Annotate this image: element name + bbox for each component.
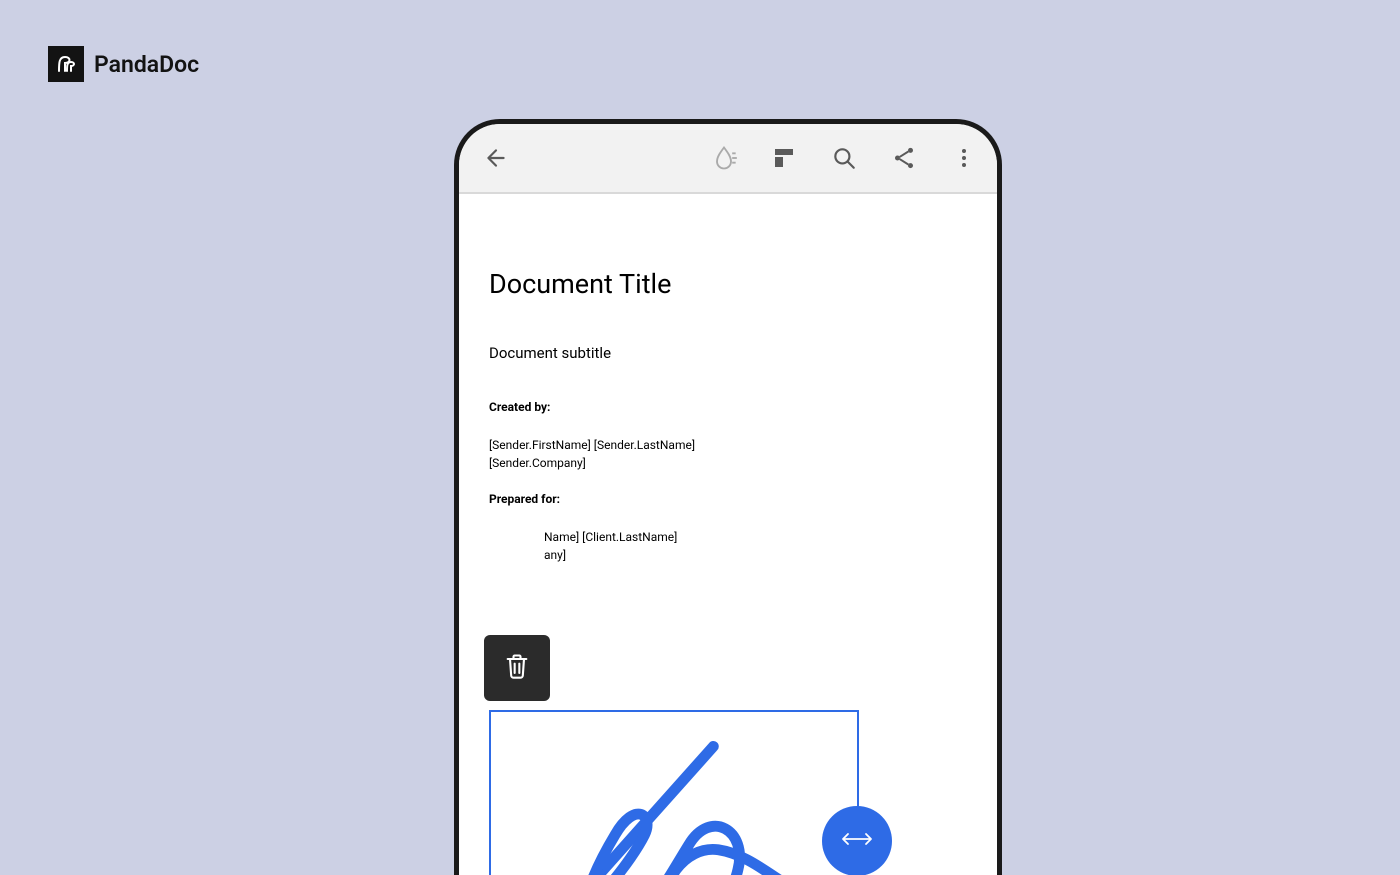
client-name: Name] [Client.LastName]	[489, 528, 967, 546]
resize-horizontal-icon	[839, 830, 875, 852]
signature-drawn-icon	[491, 712, 857, 875]
delete-signature-button[interactable]	[484, 635, 550, 701]
sender-block: [Sender.FirstName] [Sender.LastName] [Se…	[489, 436, 967, 472]
sender-name: [Sender.FirstName] [Sender.LastName]	[489, 436, 967, 454]
search-icon[interactable]	[829, 143, 859, 173]
signature-field[interactable]	[489, 710, 859, 875]
share-icon[interactable]	[889, 143, 919, 173]
trash-icon	[503, 652, 531, 684]
toolbar	[459, 124, 997, 194]
brand-logo: PandaDoc	[48, 46, 199, 82]
ink-icon[interactable]	[709, 143, 739, 173]
more-vert-icon[interactable]	[949, 143, 979, 173]
document-body: Document Title Document subtitle Created…	[459, 194, 997, 604]
sender-company: [Sender.Company]	[489, 454, 967, 472]
prepared-for-label: Prepared for:	[489, 492, 967, 506]
brand-logo-text: PandaDoc	[94, 51, 199, 78]
back-icon[interactable]	[481, 143, 511, 173]
layout-icon[interactable]	[769, 143, 799, 173]
created-by-label: Created by:	[489, 400, 967, 414]
resize-handle[interactable]	[822, 806, 892, 875]
phone-frame: Document Title Document subtitle Created…	[454, 119, 1002, 875]
client-block: Name] [Client.LastName] any]	[489, 528, 967, 564]
document-title: Document Title	[489, 268, 967, 300]
document-subtitle: Document subtitle	[489, 344, 967, 362]
brand-logo-mark	[48, 46, 84, 82]
client-company: any]	[489, 546, 967, 564]
